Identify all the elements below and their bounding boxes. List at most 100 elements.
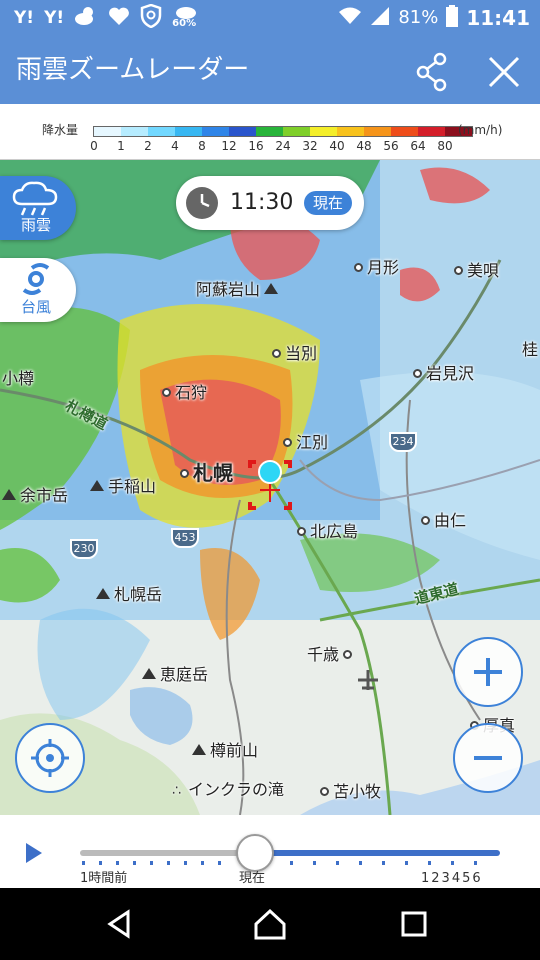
close-icon: [488, 56, 520, 88]
recents-button[interactable]: [394, 906, 434, 942]
legend-tick: 0: [90, 139, 98, 153]
home-button[interactable]: [250, 906, 290, 942]
mountain-icon: [264, 283, 279, 294]
play-button[interactable]: [24, 841, 44, 865]
mountain-icon: [142, 668, 156, 679]
heart-icon: [108, 6, 130, 30]
close-button[interactable]: [482, 50, 526, 94]
place-kitahiroshima: 北広島: [297, 522, 358, 542]
legend-tick: 40: [329, 139, 345, 153]
recents-icon: [401, 911, 427, 937]
place-eniwadake: 恵庭岳: [142, 665, 208, 685]
radar-time-pill: 11:30 現在: [176, 176, 364, 230]
legend-swatch: [283, 127, 310, 136]
timeline-tick: [451, 861, 454, 865]
rain-cloud-button[interactable]: 雨雲: [0, 176, 76, 240]
location-dot-icon: [343, 650, 353, 659]
location-dot-icon: [421, 516, 430, 525]
legend-tick: 2: [144, 139, 152, 153]
timeline-label-past: 1時間前: [80, 871, 128, 886]
timeline-track-past[interactable]: [80, 850, 255, 856]
legend-swatch: [310, 127, 337, 136]
legend-swatch: [148, 127, 175, 136]
timeline-track-future[interactable]: [255, 850, 500, 856]
timeline-tick: [405, 861, 408, 865]
legend-ticks: 0 1 2 4 8 12 16 24 32 40 48 56 64 80: [88, 138, 452, 154]
zoom-out-button[interactable]: [453, 723, 523, 793]
place-katsura: 桂: [522, 340, 539, 359]
page-title: 雨雲ズームレーダー: [16, 55, 250, 85]
legend-swatch: [256, 127, 283, 136]
zoom-in-button[interactable]: [453, 637, 523, 707]
legend-tick: 64: [410, 139, 426, 153]
legend-tick: 1: [117, 139, 125, 153]
clock-icon: [186, 187, 218, 219]
location-dot-icon: [272, 349, 281, 358]
legend-swatch: [337, 127, 364, 136]
home-icon: [254, 908, 286, 940]
rain-cloud-icon: [12, 181, 58, 216]
location-dot-icon: [283, 438, 292, 447]
timeline-tick: [201, 861, 204, 865]
share-icon: [416, 52, 447, 92]
battery-icon: [446, 5, 459, 31]
timeline-tick: [359, 861, 362, 865]
legend-tick: 12: [221, 139, 237, 153]
timeline-tick: [133, 861, 136, 865]
timeline-tick: [82, 861, 85, 865]
legend-unit: (mm/h): [458, 123, 503, 137]
place-chitose: 千歳: [307, 645, 353, 665]
legend-tick: 80: [437, 139, 453, 153]
location-dot-icon: [297, 527, 306, 536]
route-shield: 234: [389, 432, 417, 452]
legend-swatch: [202, 127, 229, 136]
place-tomakomai: 苫小牧: [320, 782, 381, 802]
locate-me-button[interactable]: [15, 723, 85, 793]
clock-time: 11:41: [466, 6, 530, 30]
timeline-slider-handle[interactable]: [236, 834, 274, 872]
location-dot-icon: [413, 369, 422, 378]
location-dot-icon: [180, 469, 189, 478]
plus-icon: [474, 658, 502, 686]
minus-icon: [474, 756, 502, 760]
place-sapporodake: 札幌岳: [96, 585, 162, 605]
timeline-tick: [218, 861, 221, 865]
legend-swatch: [391, 127, 418, 136]
timeline-tick: [167, 861, 170, 865]
place-sapporo: 札幌: [180, 463, 233, 483]
legend-swatch: [175, 127, 202, 136]
timeline-tick: [313, 861, 316, 865]
timeline-tick: [382, 861, 385, 865]
typhoon-label: 台風: [20, 298, 51, 316]
legend-swatch: [121, 127, 148, 136]
mountain-icon: [192, 744, 206, 755]
place-yuni: 由仁: [421, 511, 466, 531]
timeline-label-future: 123456: [421, 871, 483, 886]
typhoon-button[interactable]: 台風: [0, 258, 76, 322]
precipitation-legend: 降水量 (mm/h) 0 1 2 4 8 12 16 24 32 40 48 56 64 80: [0, 104, 540, 160]
location-dot-icon: [454, 266, 463, 275]
legend-label: 降水量: [42, 123, 79, 137]
location-dot-icon: [320, 787, 329, 796]
place-otaru: 小樽: [2, 369, 35, 388]
place-inkura: ∴ インクラの滝: [172, 780, 285, 799]
back-button[interactable]: [100, 906, 140, 942]
location-dot-icon: [162, 388, 171, 397]
rain-cloud-label: 雨雲: [20, 216, 51, 234]
timeline-tick: [150, 861, 153, 865]
yahoo-icon: Y!: [44, 8, 65, 28]
legend-tick: 24: [275, 139, 291, 153]
timeline-tick: [336, 861, 339, 865]
current-location-marker: [248, 460, 292, 510]
legend-tick: 4: [171, 139, 179, 153]
legend-tick: 32: [302, 139, 318, 153]
legend-tick: 16: [248, 139, 264, 153]
legend-color-scale: [93, 126, 473, 137]
place-asoiwayama: 阿蘇岩山: [196, 280, 279, 300]
system-nav-bar: [0, 888, 540, 960]
radar-map[interactable]: 阿蘇岩山 月形 美唄 当別 小樽 石狩 岩見沢 桂 江別 札幌 手稲山 余市岳 …: [0, 160, 540, 815]
crosshair-icon: [31, 739, 69, 777]
place-teineyama: 手稲山: [90, 477, 156, 497]
share-button[interactable]: [410, 50, 454, 94]
waterfall-icon: ∴: [172, 783, 181, 799]
